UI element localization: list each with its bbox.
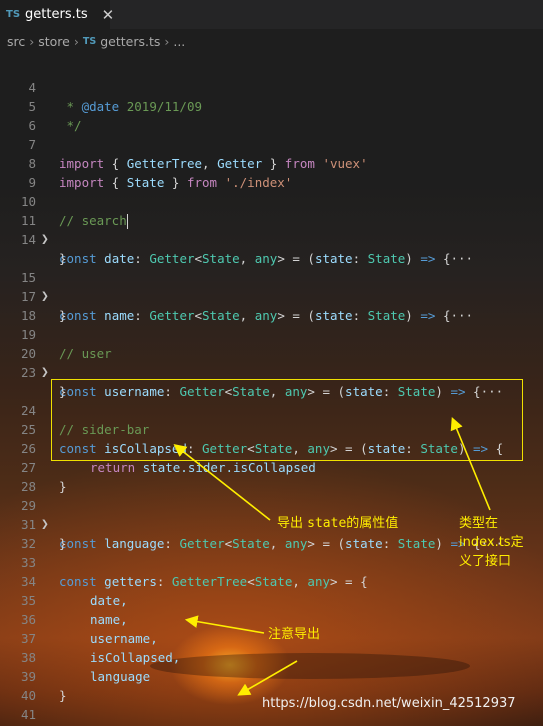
arrow-to-return (173, 444, 271, 521)
close-icon[interactable]: ✕ (102, 6, 115, 24)
arrow-to-export (237, 660, 298, 696)
chevron-right-icon: › (73, 33, 79, 49)
breadcrumb-item-file[interactable]: getters.ts (100, 34, 160, 49)
chevron-right-icon: › (29, 33, 35, 49)
arrow-to-iscollapsed (184, 615, 265, 634)
annotation-type-interface: 类型在 index.ts定 义了接口 (459, 516, 524, 569)
tab-bar: TS getters.ts ✕ (0, 0, 543, 29)
breadcrumb: src › store › TS getters.ts › ... (0, 29, 543, 53)
typescript-file-icon: TS (82, 35, 97, 47)
watermark: https://blog.csdn.net/weixin_42512937 (262, 696, 516, 711)
annotation-note-export: 注意导出 (268, 627, 321, 642)
breadcrumb-item-src[interactable]: src (7, 34, 25, 49)
typescript-file-icon: TS (6, 9, 21, 20)
breadcrumb-item-store[interactable]: store (38, 34, 70, 49)
code-editor[interactable]: 4 * @date 2019/11/09 5 */ 6 7 import { G… (0, 53, 543, 726)
tab-getters-ts[interactable]: TS getters.ts ✕ (0, 0, 114, 29)
annotation-export-property: 导出 state的属性值 (277, 516, 399, 531)
breadcrumb-item-ellipsis[interactable]: ... (173, 34, 185, 49)
chevron-right-icon: › (164, 33, 170, 49)
arrow-to-state-type (450, 417, 491, 511)
tab-label: getters.ts (25, 7, 88, 22)
